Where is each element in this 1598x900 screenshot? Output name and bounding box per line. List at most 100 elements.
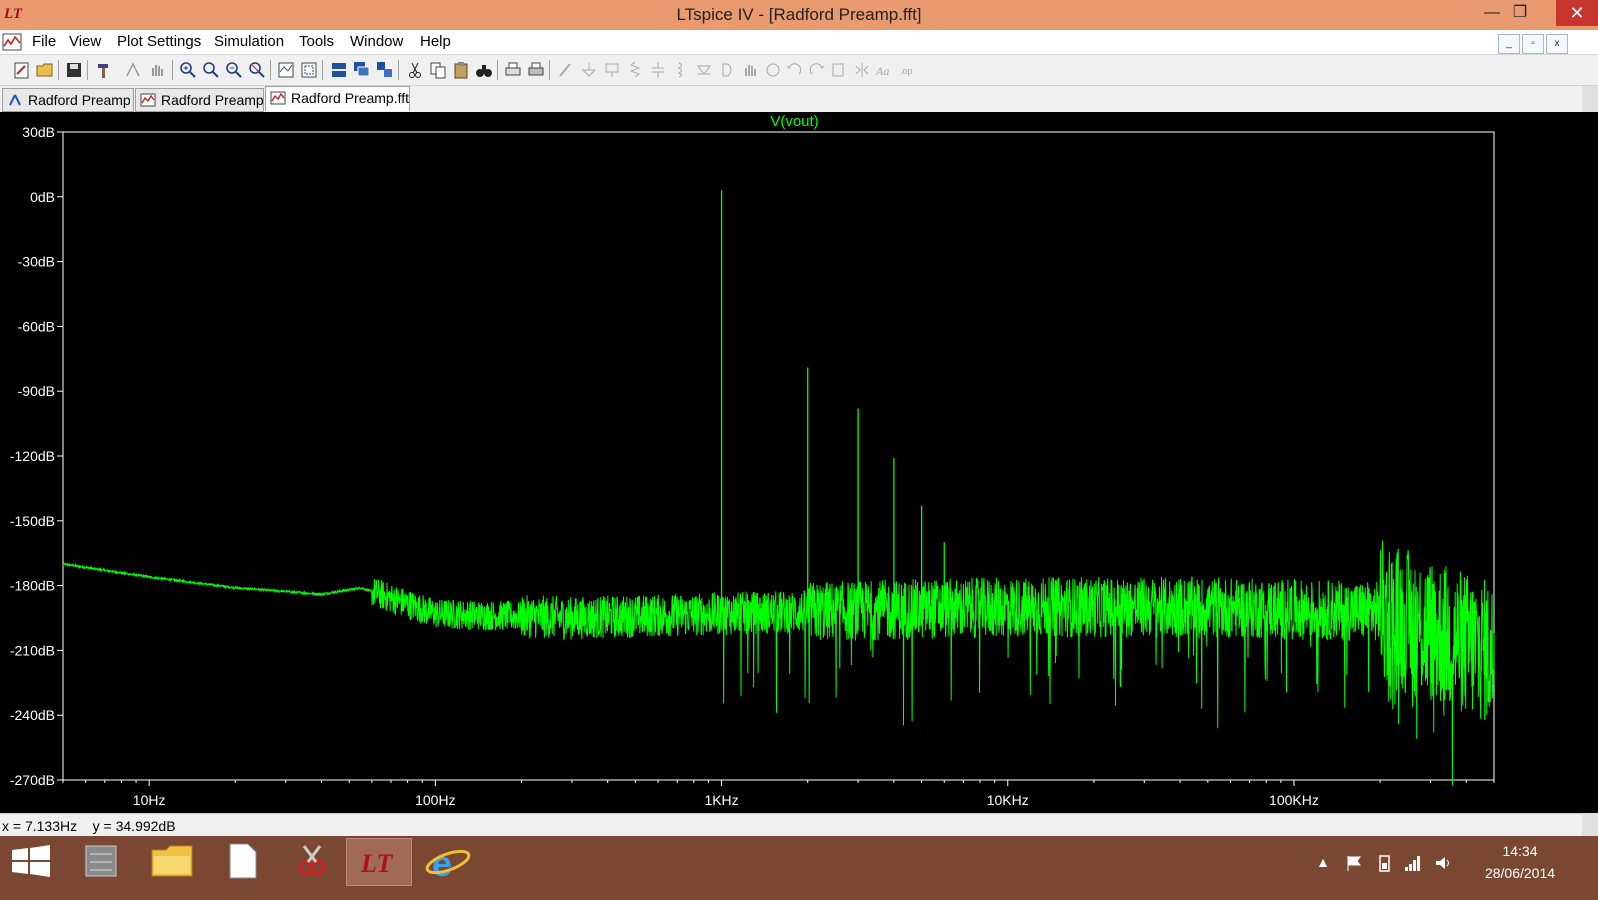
pan-hand-icon[interactable] — [147, 60, 167, 80]
component-icon[interactable] — [717, 60, 737, 80]
waveform-doc-icon[interactable] — [2, 32, 22, 52]
svg-text:Aa: Aa — [875, 64, 889, 78]
tile-vertical-icon[interactable] — [375, 60, 395, 80]
open-folder-icon[interactable] — [35, 60, 55, 80]
volume-speaker-icon[interactable] — [1434, 854, 1452, 872]
zoom-in-icon[interactable] — [178, 60, 198, 80]
menu-plot-settings[interactable]: Plot Settings — [117, 33, 201, 50]
cut-icon[interactable] — [405, 60, 425, 80]
tab-label: Radford Preamp — [28, 92, 131, 108]
network-signal-icon[interactable] — [1404, 854, 1422, 872]
ground-icon[interactable] — [579, 60, 599, 80]
move-hand-icon[interactable] — [763, 60, 783, 80]
spice-directive-icon[interactable]: .op — [897, 60, 917, 80]
redo-icon[interactable] — [807, 60, 827, 80]
inductor-icon[interactable] — [671, 60, 691, 80]
save-icon[interactable] — [64, 60, 84, 80]
battery-icon[interactable] — [1375, 854, 1393, 872]
mdi-restore-button[interactable]: ▫ — [1522, 34, 1544, 54]
paste-icon[interactable] — [451, 60, 471, 80]
y-tick-label: -30dB — [18, 254, 55, 270]
snipping-tool-icon[interactable] — [280, 838, 344, 884]
trace-label: V(vout) — [770, 113, 818, 130]
toolbar-separator — [398, 60, 399, 80]
server-manager-icon[interactable] — [70, 838, 134, 884]
diode-icon[interactable] — [694, 60, 714, 80]
autorange-icon[interactable] — [276, 60, 296, 80]
text-icon[interactable]: Aa — [874, 60, 894, 80]
find-binoculars-icon[interactable] — [474, 60, 494, 80]
y-tick-label: -120dB — [10, 448, 55, 464]
draw-wire-icon[interactable] — [556, 60, 576, 80]
print-preview-icon[interactable] — [503, 60, 523, 80]
undo-icon[interactable] — [784, 60, 804, 80]
fft-plot[interactable]: V(vout) 30dB 0dB -30dB -60dB -90dB -120dB -150d… — [0, 112, 1582, 813]
plot-pane[interactable]: V(vout) 30dB 0dB -30dB -60dB -90dB -120dB -150d… — [0, 112, 1598, 813]
toolbar-separator — [58, 60, 59, 80]
show-hidden-icons-icon[interactable]: ▲ — [1314, 854, 1332, 872]
waveform-icon — [270, 91, 286, 105]
ltspice-icon: LT — [360, 849, 393, 878]
x-tick-label: 10KHz — [987, 792, 1029, 808]
drag-hand-icon[interactable] — [740, 60, 760, 80]
toolbar-separator — [87, 60, 88, 80]
menu-help[interactable]: Help — [420, 33, 451, 50]
menu-simulation[interactable]: Simulation — [214, 33, 284, 50]
capacitor-icon[interactable] — [648, 60, 668, 80]
status-bar: x = 7.133Hz y = 34.992dB — [0, 813, 1582, 837]
toolbar-separator — [270, 60, 271, 80]
tile-horizontal-icon[interactable] — [329, 60, 349, 80]
label-net-icon[interactable] — [602, 60, 622, 80]
zoom-pan-icon[interactable] — [201, 60, 221, 80]
resistor-icon[interactable] — [625, 60, 645, 80]
start-button-windows-icon[interactable] — [0, 838, 64, 884]
svg-text:.op: .op — [900, 66, 913, 76]
cursor-readout: x = 7.133Hz y = 34.992dB — [2, 818, 176, 834]
zoom-fit-icon[interactable] — [247, 60, 267, 80]
menu-file[interactable]: File — [32, 33, 56, 50]
svg-text:e: e — [432, 843, 452, 884]
mirror-icon[interactable] — [852, 60, 872, 80]
close-button[interactable]: ✕ — [1556, 0, 1598, 26]
y-tick-label: -240dB — [10, 707, 55, 723]
menu-view[interactable]: View — [69, 33, 101, 50]
tab-radford-preamp-schematic[interactable]: Radford Preamp — [2, 88, 134, 112]
x-tick-label: 100Hz — [415, 792, 455, 808]
ltspice-taskbar-button[interactable]: LT — [346, 838, 412, 886]
tab-radford-preamp-waveform[interactable]: Radford Preamp — [135, 88, 264, 112]
x-tick-label: 1KHz — [704, 792, 738, 808]
zoom-box-icon[interactable] — [299, 60, 319, 80]
menu-window[interactable]: Window — [350, 33, 403, 50]
y-tick-label: 0dB — [30, 189, 55, 205]
tab-radford-preamp-fft[interactable]: Radford Preamp.fft — [265, 86, 410, 111]
x-tick-label: 10Hz — [133, 792, 166, 808]
y-tick-label: 30dB — [22, 124, 55, 140]
rotate-icon[interactable] — [829, 60, 849, 80]
mdi-minimize-button[interactable]: _ — [1498, 34, 1520, 54]
zoom-out-icon[interactable] — [224, 60, 244, 80]
control-panel-hammer-icon[interactable] — [94, 60, 114, 80]
svg-text:LT: LT — [360, 849, 393, 878]
menu-bar: File View Plot Settings Simulation Tools… — [0, 30, 1598, 55]
print-icon[interactable] — [526, 60, 546, 80]
y-tick-label: -180dB — [10, 578, 55, 594]
x-tick-label: 100KHz — [1269, 792, 1319, 808]
taskbar: LT e ▲ 14:34 28/06/2014 — [0, 836, 1598, 900]
clock-time[interactable]: 14:34 — [1490, 843, 1550, 859]
maximize-button[interactable]: ❐ — [1500, 0, 1540, 26]
mdi-close-button[interactable]: x — [1546, 34, 1568, 54]
new-schematic-icon[interactable] — [12, 60, 32, 80]
waveform-icon — [140, 93, 156, 107]
run-icon[interactable] — [123, 60, 143, 80]
cascade-windows-icon[interactable] — [352, 60, 372, 80]
action-center-flag-icon[interactable] — [1345, 854, 1363, 872]
y-tick-label: -150dB — [10, 513, 55, 529]
tab-label: Radford Preamp.fft — [291, 90, 410, 106]
menu-tools[interactable]: Tools — [299, 33, 334, 50]
internet-explorer-icon[interactable]: e — [416, 838, 480, 884]
schematic-icon — [9, 94, 21, 106]
clock-date[interactable]: 28/06/2014 — [1472, 865, 1568, 881]
document-icon[interactable] — [210, 838, 274, 884]
file-explorer-icon[interactable] — [140, 838, 204, 884]
copy-icon[interactable] — [428, 60, 448, 80]
